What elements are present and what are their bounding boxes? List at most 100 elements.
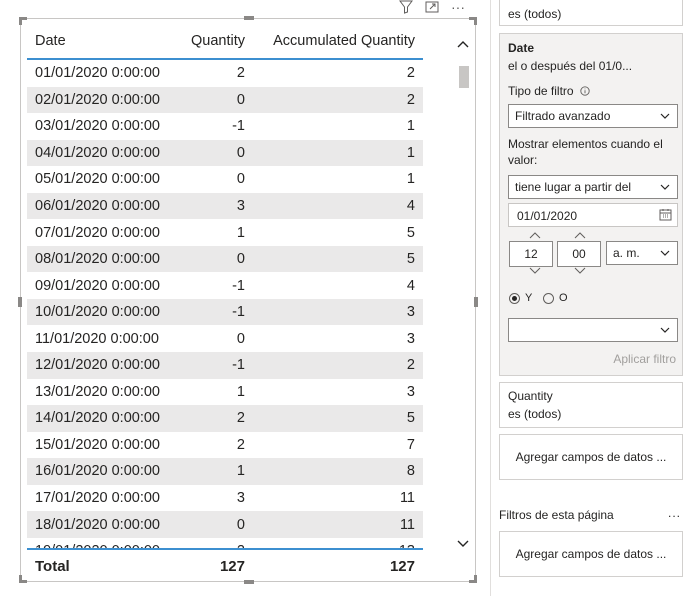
resize-handle-top-left[interactable] <box>19 17 27 25</box>
cell-accumulated-quantity: 1 <box>406 118 415 135</box>
cell-date: 15/01/2020 0:00:00 <box>35 436 160 453</box>
cell-accumulated-quantity: 4 <box>406 198 415 214</box>
cell-date: 10/01/2020 0:00:00 <box>35 304 160 321</box>
filter-icon[interactable] <box>398 0 414 14</box>
cell-date: 17/01/2020 0:00:00 <box>35 490 160 507</box>
cell-accumulated-quantity: 5 <box>406 410 415 427</box>
header-date[interactable]: Date <box>27 33 177 49</box>
filter-type-dropdown[interactable]: Filtrado avanzado <box>508 104 678 128</box>
table-row[interactable]: 09/01/2020 0:00:00 -1 4 <box>27 272 423 299</box>
table-row[interactable]: 07/01/2020 0:00:00 1 5 <box>27 219 423 246</box>
table-row[interactable]: 06/01/2020 0:00:00 3 4 <box>27 192 423 220</box>
cell-date: 14/01/2020 0:00:00 <box>35 410 160 427</box>
cell-quantity: 2 <box>236 65 245 82</box>
cell-quantity: 0 <box>236 251 245 268</box>
resize-handle-top-right[interactable] <box>469 17 477 25</box>
cell-accumulated-quantity: 2 <box>406 65 415 82</box>
table-row[interactable]: 01/01/2020 0:00:00 2 2 <box>27 60 423 87</box>
cell-accumulated-quantity: 1 <box>406 144 415 161</box>
table-row[interactable]: 14/01/2020 0:00:00 2 5 <box>27 405 423 432</box>
cell-quantity: 3 <box>236 490 245 507</box>
cell-accumulated-quantity: 11 <box>399 490 415 507</box>
table-row[interactable]: 18/01/2020 0:00:00 0 11 <box>27 511 423 538</box>
data-table: Date Quantity Accumulated Quantity 01/01… <box>27 24 423 548</box>
add-data-fields-button[interactable]: Agregar campos de datos ... <box>499 434 683 480</box>
chevron-down-icon <box>660 327 670 333</box>
and-radio[interactable] <box>509 293 520 304</box>
resize-handle-top[interactable] <box>244 16 254 20</box>
apply-filter-button[interactable]: Aplicar filtro <box>613 352 676 366</box>
cell-accumulated-quantity: 3 <box>406 383 415 400</box>
more-options-icon[interactable]: ... <box>668 506 681 520</box>
page-filters-section: Filtros de esta página ... <box>499 506 683 522</box>
resize-handle-right[interactable] <box>474 297 478 307</box>
chevron-down-icon <box>660 113 670 119</box>
scroll-up-icon[interactable] <box>457 38 469 50</box>
table-row[interactable]: 15/01/2020 0:00:00 2 7 <box>27 432 423 459</box>
cell-accumulated-quantity: 5 <box>406 251 415 268</box>
chevron-down-icon <box>660 184 670 190</box>
cell-date: 12/01/2020 0:00:00 <box>35 357 160 374</box>
filter-card-previous[interactable]: es (todos) <box>499 0 683 26</box>
scroll-down-icon[interactable] <box>457 538 469 550</box>
table-row[interactable]: 10/01/2020 0:00:00 -1 3 <box>27 298 423 326</box>
minute-down-icon[interactable] <box>574 267 586 275</box>
focus-mode-icon[interactable] <box>424 0 440 14</box>
table-row[interactable]: 08/01/2020 0:00:00 0 5 <box>27 245 423 273</box>
table-row[interactable]: 02/01/2020 0:00:00 0 2 <box>27 86 423 114</box>
cell-date: 07/01/2020 0:00:00 <box>35 224 160 241</box>
ampm-dropdown[interactable]: a. m. <box>606 241 678 265</box>
filter-card-title[interactable]: Date <box>508 41 534 55</box>
total-quantity: 127 <box>219 557 245 575</box>
table-row[interactable]: 16/01/2020 0:00:00 1 8 <box>27 458 423 485</box>
resize-handle-bottom-left[interactable] <box>19 575 27 583</box>
minute-input[interactable]: 00 <box>557 241 601 267</box>
second-condition-dropdown[interactable] <box>508 318 678 342</box>
table-row[interactable]: 19/01/2020 0:00:00213 <box>27 538 423 548</box>
cell-quantity: 0 <box>236 144 245 161</box>
and-label: Y <box>525 292 533 304</box>
cell-quantity: -1 <box>232 357 245 374</box>
table-row[interactable]: 13/01/2020 0:00:00 1 3 <box>27 379 423 406</box>
table-row[interactable]: 03/01/2020 0:00:00 -1 1 <box>27 113 423 140</box>
hour-down-icon[interactable] <box>529 267 541 275</box>
or-radio[interactable] <box>543 293 554 304</box>
resize-handle-bottom-right[interactable] <box>469 575 477 583</box>
page-add-data-fields-button[interactable]: Agregar campos de datos ... <box>499 531 683 577</box>
cell-quantity: -1 <box>232 277 245 294</box>
header-quantity[interactable]: Quantity <box>177 33 253 49</box>
pane-divider <box>490 0 491 596</box>
cell-date: 11/01/2020 0:00:00 <box>35 330 159 347</box>
table-row[interactable]: 11/01/2020 0:00:00 0 3 <box>27 325 423 352</box>
resize-handle-left[interactable] <box>18 297 22 307</box>
hour-input[interactable]: 12 <box>509 241 553 267</box>
header-accumulated-quantity[interactable]: Accumulated Quantity <box>253 33 423 49</box>
minute-up-icon[interactable] <box>574 231 586 239</box>
cell-accumulated-quantity: 3 <box>406 304 415 321</box>
condition-dropdown[interactable]: tiene lugar a partir del <box>508 175 678 199</box>
filter-card-quantity[interactable]: Quantity es (todos) <box>499 382 683 428</box>
table-row[interactable]: 12/01/2020 0:00:00 -1 2 <box>27 352 423 379</box>
or-label: O <box>559 292 568 304</box>
cell-date: 13/01/2020 0:00:00 <box>35 383 160 400</box>
table-row[interactable]: 05/01/2020 0:00:00 0 1 <box>27 166 423 193</box>
visual-header: ··· <box>398 0 466 15</box>
cell-accumulated-quantity: 7 <box>406 436 415 453</box>
page-filters-heading: Filtros de esta página <box>499 508 614 522</box>
more-options-icon[interactable]: ··· <box>450 0 466 15</box>
table-row[interactable]: 04/01/2020 0:00:00 0 1 <box>27 139 423 167</box>
cell-date: 06/01/2020 0:00:00 <box>35 198 160 214</box>
table-row[interactable]: 17/01/2020 0:00:00 3 11 <box>27 485 423 512</box>
cell-quantity: 0 <box>236 171 245 188</box>
scrollbar-thumb[interactable] <box>459 66 469 88</box>
hour-up-icon[interactable] <box>529 231 541 239</box>
cell-accumulated-quantity: 2 <box>406 91 415 108</box>
table-scrollbar[interactable] <box>452 30 472 554</box>
cell-quantity: 1 <box>236 463 245 480</box>
cell-quantity: 1 <box>236 224 245 241</box>
cell-accumulated-quantity: 11 <box>399 516 415 533</box>
cell-quantity: 2 <box>236 436 245 453</box>
filter-card-subtitle: es (todos) <box>508 407 562 421</box>
cell-date: 09/01/2020 0:00:00 <box>35 277 160 294</box>
date-input[interactable]: 01/01/2020 <box>508 203 678 227</box>
